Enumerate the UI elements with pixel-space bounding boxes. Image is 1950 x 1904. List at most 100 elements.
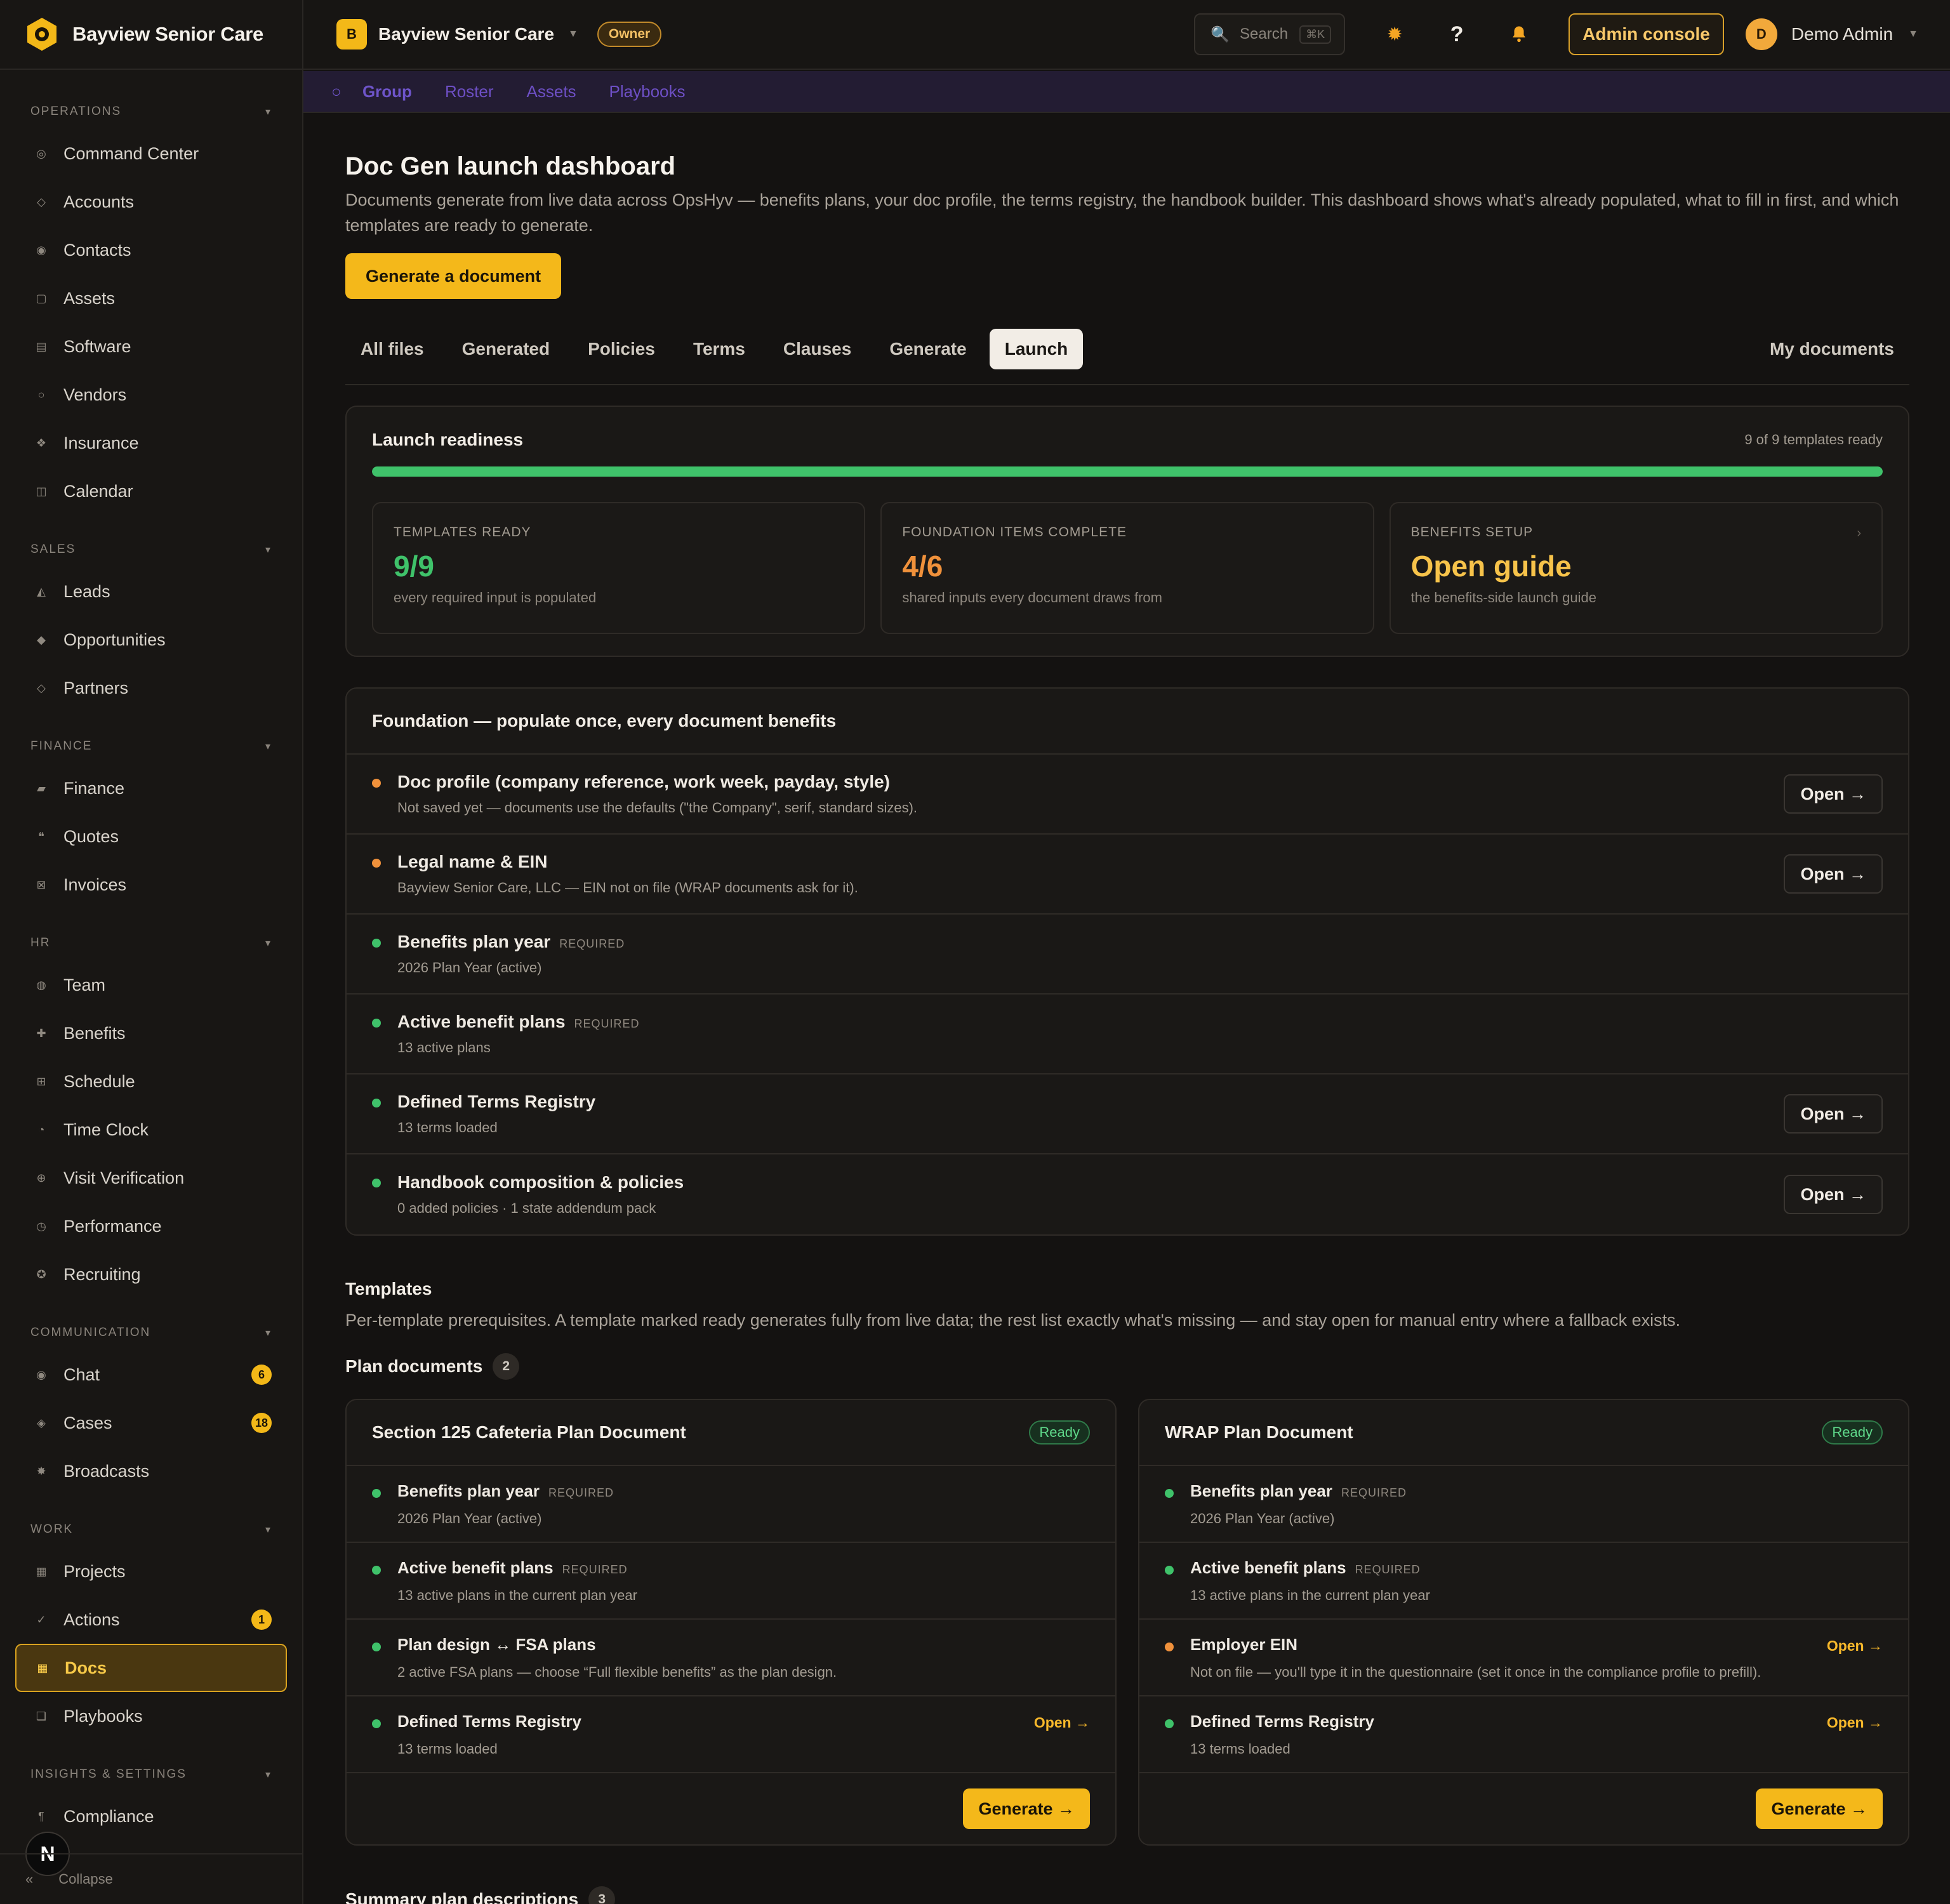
admin-console-button[interactable]: Admin console <box>1569 13 1724 55</box>
sidebar-item-visit-verification[interactable]: ⊕ Visit Verification <box>0 1154 302 1202</box>
sidebar-item-vendors[interactable]: ○ Vendors <box>0 371 302 419</box>
theme-sun-icon[interactable]: ✹ <box>1382 22 1407 47</box>
nav-section-heading[interactable]: WORK ▾ <box>0 1512 302 1547</box>
nav-heading-label: WORK <box>30 1523 74 1536</box>
subnav-link-assets[interactable]: Assets <box>527 82 593 102</box>
sidebar-item-contacts[interactable]: ◉ Contacts <box>0 226 302 274</box>
tab-all-files[interactable]: All files <box>345 329 439 369</box>
sidebar-item-invoices[interactable]: ⊠ Invoices <box>0 861 302 909</box>
template-prereq-item: Defined Terms Registry 13 terms loaded Ope… <box>1139 1696 1908 1773</box>
sidebar-item-schedule[interactable]: ⊞ Schedule <box>0 1057 302 1106</box>
collapse-button[interactable]: « Collapse <box>0 1853 302 1904</box>
nav-section-heading[interactable]: FINANCE ▾ <box>0 729 302 764</box>
group-count: 2 <box>493 1353 520 1380</box>
readiness-progress-fill <box>372 466 1883 477</box>
sidebar-item-broadcasts[interactable]: ✸ Broadcasts <box>0 1447 302 1495</box>
sidebar-item-team[interactable]: ◍ Team <box>0 961 302 1009</box>
user-name[interactable]: Demo Admin <box>1791 24 1893 44</box>
open-link[interactable]: Open → <box>1827 1714 1883 1731</box>
tab-my-documents[interactable]: My documents <box>1754 329 1909 369</box>
sidebar-item-opportunities[interactable]: ◆ Opportunities <box>0 616 302 664</box>
chevron-down-icon[interactable]: ▼ <box>568 29 578 40</box>
chevron-down-icon[interactable]: ▾ <box>265 1326 272 1339</box>
group-count: 3 <box>588 1886 616 1904</box>
org-name[interactable]: Bayview Senior Care <box>378 24 554 44</box>
chevron-right-icon[interactable]: › <box>1857 526 1861 541</box>
template-prereq-item: Benefits plan year REQUIRED 2026 Plan Year… <box>347 1466 1115 1543</box>
tab-generate[interactable]: Generate <box>874 329 981 369</box>
nav-section-heading[interactable]: INSIGHTS & SETTINGS ▾ <box>0 1757 302 1792</box>
chevron-down-icon[interactable]: ▾ <box>265 105 272 118</box>
avatar[interactable]: D <box>1745 18 1777 50</box>
tab-terms[interactable]: Terms <box>678 329 760 369</box>
foundation-item-detail: 2026 Plan Year (active) <box>397 960 542 975</box>
sidebar-item-playbooks[interactable]: ❏ Playbooks <box>0 1692 302 1740</box>
foundation-item: Active benefit plans REQUIRED 13 active pl… <box>347 995 1908 1074</box>
help-icon[interactable]: ? <box>1444 22 1469 47</box>
launch-readiness-card: Launch readiness 9 of 9 templates ready … <box>345 406 1909 657</box>
template-prereq-item: Active benefit plans REQUIRED 13 active pl… <box>347 1543 1115 1620</box>
sidebar-item-benefits[interactable]: ✚ Benefits <box>0 1009 302 1057</box>
open-button[interactable]: Open → <box>1784 1175 1883 1214</box>
open-link[interactable]: Open → <box>1034 1714 1090 1731</box>
sidebar-item-projects[interactable]: ▦ Projects <box>0 1547 302 1596</box>
search-placeholder: Search <box>1240 25 1289 43</box>
brand[interactable]: Bayview Senior Care <box>0 0 302 70</box>
sidebar-item-assets[interactable]: ▢ Assets <box>0 274 302 322</box>
item-title: Handbook composition & policies <box>397 1172 684 1192</box>
subnav-link-group[interactable]: ○ Group <box>331 82 428 102</box>
nav-section-heading[interactable]: COMMUNICATION ▾ <box>0 1315 302 1351</box>
search-input[interactable]: 🔍 Search ⌘K <box>1194 13 1346 55</box>
tab-generated[interactable]: Generated <box>447 329 566 369</box>
open-button[interactable]: Open → <box>1784 774 1883 814</box>
generate-button[interactable]: Generate → <box>963 1788 1090 1829</box>
subnav-link-playbooks[interactable]: Playbooks <box>609 82 702 102</box>
bell-icon[interactable] <box>1506 22 1532 47</box>
chevron-down-icon[interactable]: ▾ <box>265 937 272 949</box>
generate-document-button[interactable]: Generate a document <box>345 253 562 299</box>
chevron-down-icon[interactable]: ▼ <box>1908 29 1918 40</box>
generate-button[interactable]: Generate → <box>1756 1788 1883 1829</box>
sidebar-item-insurance[interactable]: ❖ Insurance <box>0 419 302 467</box>
nav-section-heading[interactable]: OPERATIONS ▾ <box>0 94 302 129</box>
sidebar-item-actions[interactable]: ✓ Actions 1 <box>0 1596 302 1644</box>
sidebar-item-recruiting[interactable]: ✪ Recruiting <box>0 1250 302 1299</box>
sidebar-item-command-center[interactable]: ◎ Command Center <box>0 129 302 178</box>
tab-launch[interactable]: Launch <box>989 329 1084 369</box>
sidebar-item-software[interactable]: ▤ Software <box>0 322 302 371</box>
sidebar-item-partners[interactable]: ◇ Partners <box>0 664 302 712</box>
tab-clauses[interactable]: Clauses <box>768 329 866 369</box>
sidebar-item-finance[interactable]: ▰ Finance <box>0 764 302 812</box>
sidebar-item-chat[interactable]: ◉ Chat 6 <box>0 1351 302 1399</box>
sidebar-item-performance[interactable]: ◷ Performance <box>0 1202 302 1250</box>
subnav-link-roster[interactable]: Roster <box>445 82 510 102</box>
prereq-text: Defined Terms Registry 13 terms loaded <box>397 1712 1021 1759</box>
sidebar-item-accounts[interactable]: ◇ Accounts <box>0 178 302 226</box>
chevron-down-icon[interactable]: ▾ <box>265 1523 272 1536</box>
open-button[interactable]: Open → <box>1784 854 1883 894</box>
required-tag: REQUIRED <box>559 937 625 950</box>
sidebar-item-docs[interactable]: ▦ Docs <box>15 1644 287 1692</box>
sidebar-item-cases[interactable]: ◈ Cases 18 <box>0 1399 302 1447</box>
foundation-title: Foundation — populate once, every docume… <box>347 689 1908 755</box>
chevron-down-icon[interactable]: ▾ <box>265 740 272 753</box>
open-link[interactable]: Open → <box>1827 1637 1883 1655</box>
stat-card[interactable]: BENEFITS SETUP Open guide the benefits-sid… <box>1389 502 1883 634</box>
tab-policies[interactable]: Policies <box>573 329 670 369</box>
sidebar-item-calendar[interactable]: ◫ Calendar <box>0 467 302 515</box>
sidebar-item-time-clock[interactable]: ◔ Time Clock <box>0 1106 302 1154</box>
sidebar: Bayview Senior Care OPERATIONS ▾ ◎ Command … <box>0 0 303 1904</box>
chevron-down-icon[interactable]: ▾ <box>265 543 272 556</box>
sidebar-item-leads[interactable]: ◭ Leads <box>0 567 302 616</box>
open-button[interactable]: Open → <box>1784 1094 1883 1134</box>
sidebar-item-label: Software <box>63 336 131 356</box>
sidebar-item-quotes[interactable]: ❝ Quotes <box>0 812 302 861</box>
nav-section: HR ▾ ◍ Team ✚ Benefits ⊞ Schedule ◔ Time Clock ⊕ Vi… <box>0 925 302 1299</box>
nav-section-heading[interactable]: HR ▾ <box>0 925 302 961</box>
chevron-down-icon[interactable]: ▾ <box>265 1768 272 1781</box>
nav-section: FINANCE ▾ ▰ Finance ❝ Quotes ⊠ Invoices <box>0 729 302 909</box>
foundation-item-detail: Not saved yet — documents use the defaul… <box>397 800 918 816</box>
org-chip[interactable]: B <box>336 19 367 50</box>
item-title: Employer EIN <box>1190 1635 1298 1654</box>
nav-section-heading[interactable]: SALES ▾ <box>0 532 302 567</box>
